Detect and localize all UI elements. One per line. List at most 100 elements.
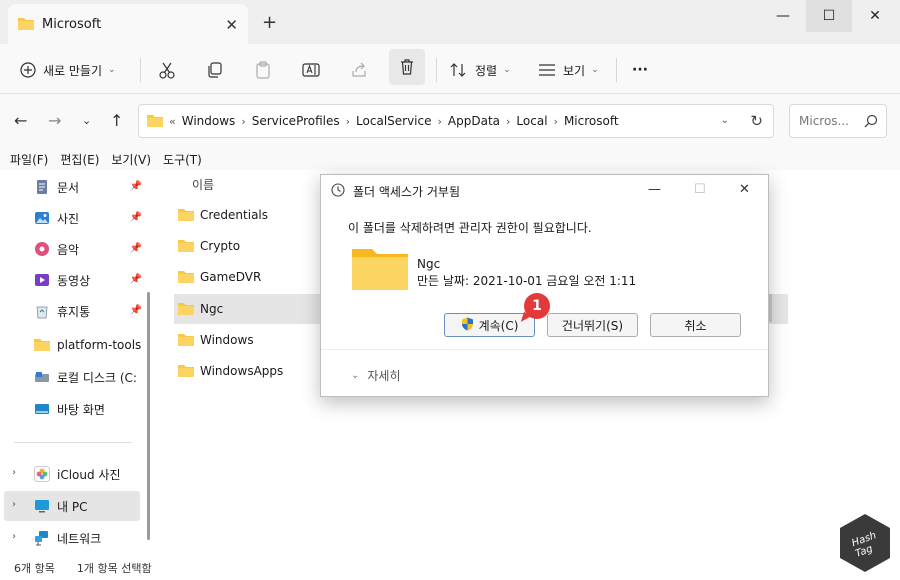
access-denied-dialog: 폴더 액세스가 거부됨 — ☐ ✕ 이 폴더를 삭제하려면 관리자 권한이 필요…: [320, 174, 769, 397]
crumb-appdata[interactable]: AppData: [448, 114, 500, 128]
tab-close-icon[interactable]: ✕: [225, 16, 238, 34]
up-arrow-icon[interactable]: ↑: [110, 111, 123, 130]
copy-button[interactable]: [206, 54, 224, 86]
dialog-maximize-button[interactable]: ☐: [694, 182, 706, 197]
details-label: 자세히: [367, 369, 401, 383]
file-name: Crypto: [200, 239, 241, 253]
chevron-right-icon[interactable]: ›: [12, 531, 16, 542]
sidebar-item-videos[interactable]: 동영상 📌: [0, 265, 148, 295]
sidebar-item-label: 사진: [57, 211, 80, 226]
tab-microsoft[interactable]: Microsoft ✕: [8, 4, 248, 44]
sidebar-item-desktop[interactable]: 바탕 화면: [0, 394, 148, 424]
dialog-close-button[interactable]: ✕: [739, 182, 750, 197]
copy-icon: [206, 61, 224, 79]
column-header-name[interactable]: 이름: [192, 176, 214, 193]
menu-bar: 파일(F) 편집(E) 보기(V) 도구(T): [0, 148, 900, 170]
sidebar-item-label: 휴지통: [57, 304, 91, 319]
sidebar-item-pictures[interactable]: 사진 📌: [0, 203, 148, 233]
sort-button[interactable]: 정렬 ⌄: [450, 54, 511, 86]
back-arrow-icon[interactable]: ←: [14, 111, 27, 130]
new-button[interactable]: 새로 만들기 ⌄: [20, 54, 116, 86]
chevron-right-icon: ›: [345, 114, 351, 128]
divider: [14, 442, 132, 443]
view-button[interactable]: 보기 ⌄: [538, 54, 599, 86]
crumb-serviceprofiles[interactable]: ServiceProfiles: [252, 114, 340, 128]
folder-icon: [178, 363, 194, 380]
chevron-down-icon[interactable]: ⌄: [721, 115, 729, 126]
sidebar-item-documents[interactable]: 문서 📌: [0, 172, 148, 202]
menu-edit[interactable]: 편집(E): [60, 151, 99, 168]
picture-icon: [34, 210, 50, 226]
dialog-message: 이 폴더를 삭제하려면 관리자 권한이 필요합니다.: [348, 221, 592, 235]
menu-tools[interactable]: 도구(T): [163, 151, 202, 168]
trash-icon: [398, 58, 416, 79]
pin-icon: 📌: [129, 212, 142, 223]
folder-icon: [18, 16, 34, 33]
clock-icon: [331, 182, 345, 200]
title-bar: Microsoft ✕ + — ☐ ✕: [0, 0, 900, 44]
cancel-button[interactable]: 취소: [650, 313, 741, 337]
file-name: GameDVR: [200, 270, 262, 284]
sidebar-item-recycle-bin[interactable]: 휴지통 📌: [0, 296, 148, 326]
crumb-microsoft[interactable]: Microsoft: [564, 114, 619, 128]
uac-shield-icon: [461, 317, 474, 334]
sidebar-item-label: 바탕 화면: [57, 402, 105, 417]
pin-icon: 📌: [129, 181, 142, 192]
scissors-icon: [158, 61, 176, 79]
chevron-down-icon: ⌄: [108, 65, 116, 75]
sidebar-item-icloud-photos[interactable]: › iCloud 사진: [0, 459, 148, 489]
skip-button[interactable]: 건너뛰기(S): [547, 313, 638, 337]
rename-icon: [302, 61, 320, 79]
divider: [321, 349, 768, 350]
network-icon: [34, 530, 50, 546]
details-toggle[interactable]: ⌄ 자세히: [351, 367, 401, 384]
chevron-right-icon: ›: [437, 114, 442, 128]
cut-button[interactable]: [158, 54, 176, 86]
navigation-pane: 문서 📌 사진 📌 음악 📌 동영상 📌 휴지통 📌 platform-tool…: [0, 170, 154, 556]
folder-icon: [178, 269, 194, 286]
refresh-icon[interactable]: ↻: [750, 112, 763, 130]
dialog-title: 폴더 액세스가 거부됨: [353, 184, 460, 199]
crumb-localservice[interactable]: LocalService: [356, 114, 431, 128]
overflow-chevron-icon[interactable]: «: [169, 115, 176, 128]
chevron-right-icon: ›: [241, 114, 246, 128]
sidebar-item-label: iCloud 사진: [57, 467, 121, 482]
minimize-button[interactable]: —: [760, 0, 806, 32]
more-options-button[interactable]: ···: [632, 54, 648, 86]
forward-arrow-icon[interactable]: →: [48, 111, 61, 130]
share-icon: [350, 61, 368, 79]
maximize-button[interactable]: ☐: [806, 0, 852, 32]
dialog-minimize-button[interactable]: —: [648, 182, 661, 197]
sidebar-item-label: 네트워크: [57, 531, 102, 546]
sidebar-item-platform-tools[interactable]: platform-tools: [0, 330, 148, 360]
rename-button[interactable]: [302, 54, 320, 86]
sort-icon: [450, 62, 468, 78]
sidebar-item-music[interactable]: 음악 📌: [0, 234, 148, 264]
pc-icon: [34, 498, 50, 514]
drive-icon: [34, 369, 50, 385]
tab-title: Microsoft: [42, 16, 102, 32]
breadcrumb: « Windows › ServiceProfiles › LocalServi…: [169, 114, 625, 128]
folder-icon: [147, 113, 163, 130]
delete-button[interactable]: [389, 49, 425, 85]
crumb-windows[interactable]: Windows: [182, 114, 236, 128]
search-input[interactable]: Micros...: [789, 104, 887, 138]
recent-chevron-icon[interactable]: ⌄: [82, 114, 91, 127]
paste-button[interactable]: [254, 54, 272, 86]
menu-view[interactable]: 보기(V): [111, 151, 151, 168]
sidebar-scrollbar[interactable]: [147, 292, 150, 540]
crumb-local[interactable]: Local: [516, 114, 547, 128]
chevron-right-icon[interactable]: ›: [12, 499, 16, 510]
close-button[interactable]: ✕: [852, 0, 898, 32]
sidebar-item-local-disk[interactable]: 로컬 디스크 (C:: [0, 362, 148, 392]
search-placeholder: Micros...: [799, 114, 849, 128]
address-bar[interactable]: « Windows › ServiceProfiles › LocalServi…: [138, 104, 774, 138]
chevron-right-icon[interactable]: ›: [12, 467, 16, 478]
folder-created-date: 만든 날짜: 2021-10-01 금요일 오전 1:11: [417, 274, 637, 288]
new-tab-button[interactable]: +: [262, 12, 277, 33]
share-button[interactable]: [350, 54, 368, 86]
sidebar-item-this-pc[interactable]: › 내 PC: [4, 491, 140, 521]
pin-icon: 📌: [129, 305, 142, 316]
menu-file[interactable]: 파일(F): [10, 151, 48, 168]
sidebar-item-network[interactable]: › 네트워크: [0, 523, 148, 553]
